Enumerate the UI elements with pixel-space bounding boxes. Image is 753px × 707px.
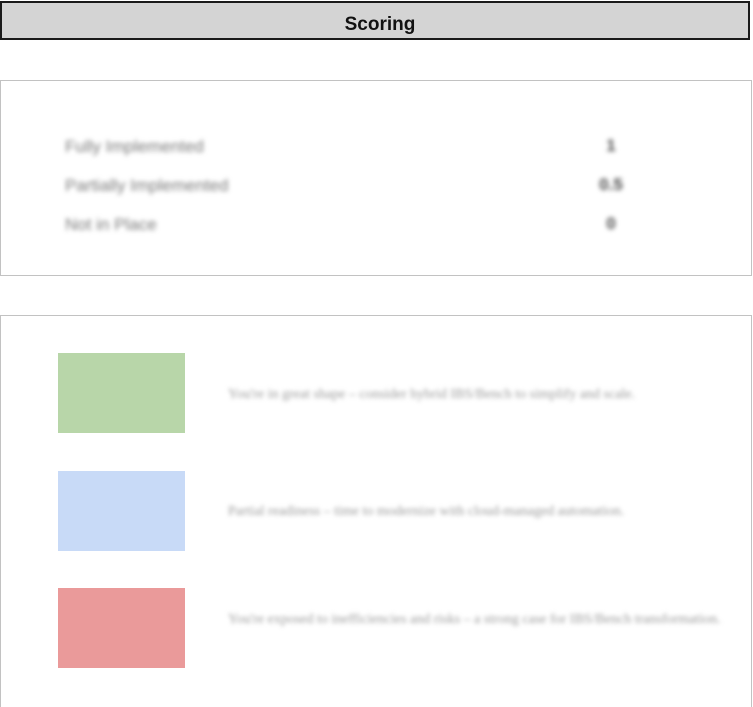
green-swatch [58, 353, 185, 433]
legend-text-blue: Partial readiness – time to modernize wi… [228, 504, 625, 519]
red-swatch [58, 588, 185, 668]
section-header: Scoring [0, 1, 750, 40]
score-value: 0.5 [599, 175, 623, 194]
legend-text-green: You're in great shape – consider hybrid … [228, 387, 636, 402]
score-label: Not in Place [65, 215, 157, 234]
color-legend: You're in great shape – consider hybrid … [0, 315, 752, 707]
legend-text-red: You're exposed to inefficiencies and ris… [228, 612, 721, 627]
blue-swatch [58, 471, 185, 551]
score-value: 0 [606, 214, 616, 233]
score-label: Fully Implemented [65, 137, 204, 156]
scoring-table: Fully Implemented 1 Partially Implemente… [0, 80, 752, 276]
score-value: 1 [606, 136, 616, 155]
score-row: Not in Place 0 [1, 211, 751, 241]
score-row: Partially Implemented 0.5 [1, 172, 751, 202]
score-label: Partially Implemented [65, 176, 229, 195]
score-row: Fully Implemented 1 [1, 133, 751, 163]
section-title: Scoring [344, 14, 416, 35]
